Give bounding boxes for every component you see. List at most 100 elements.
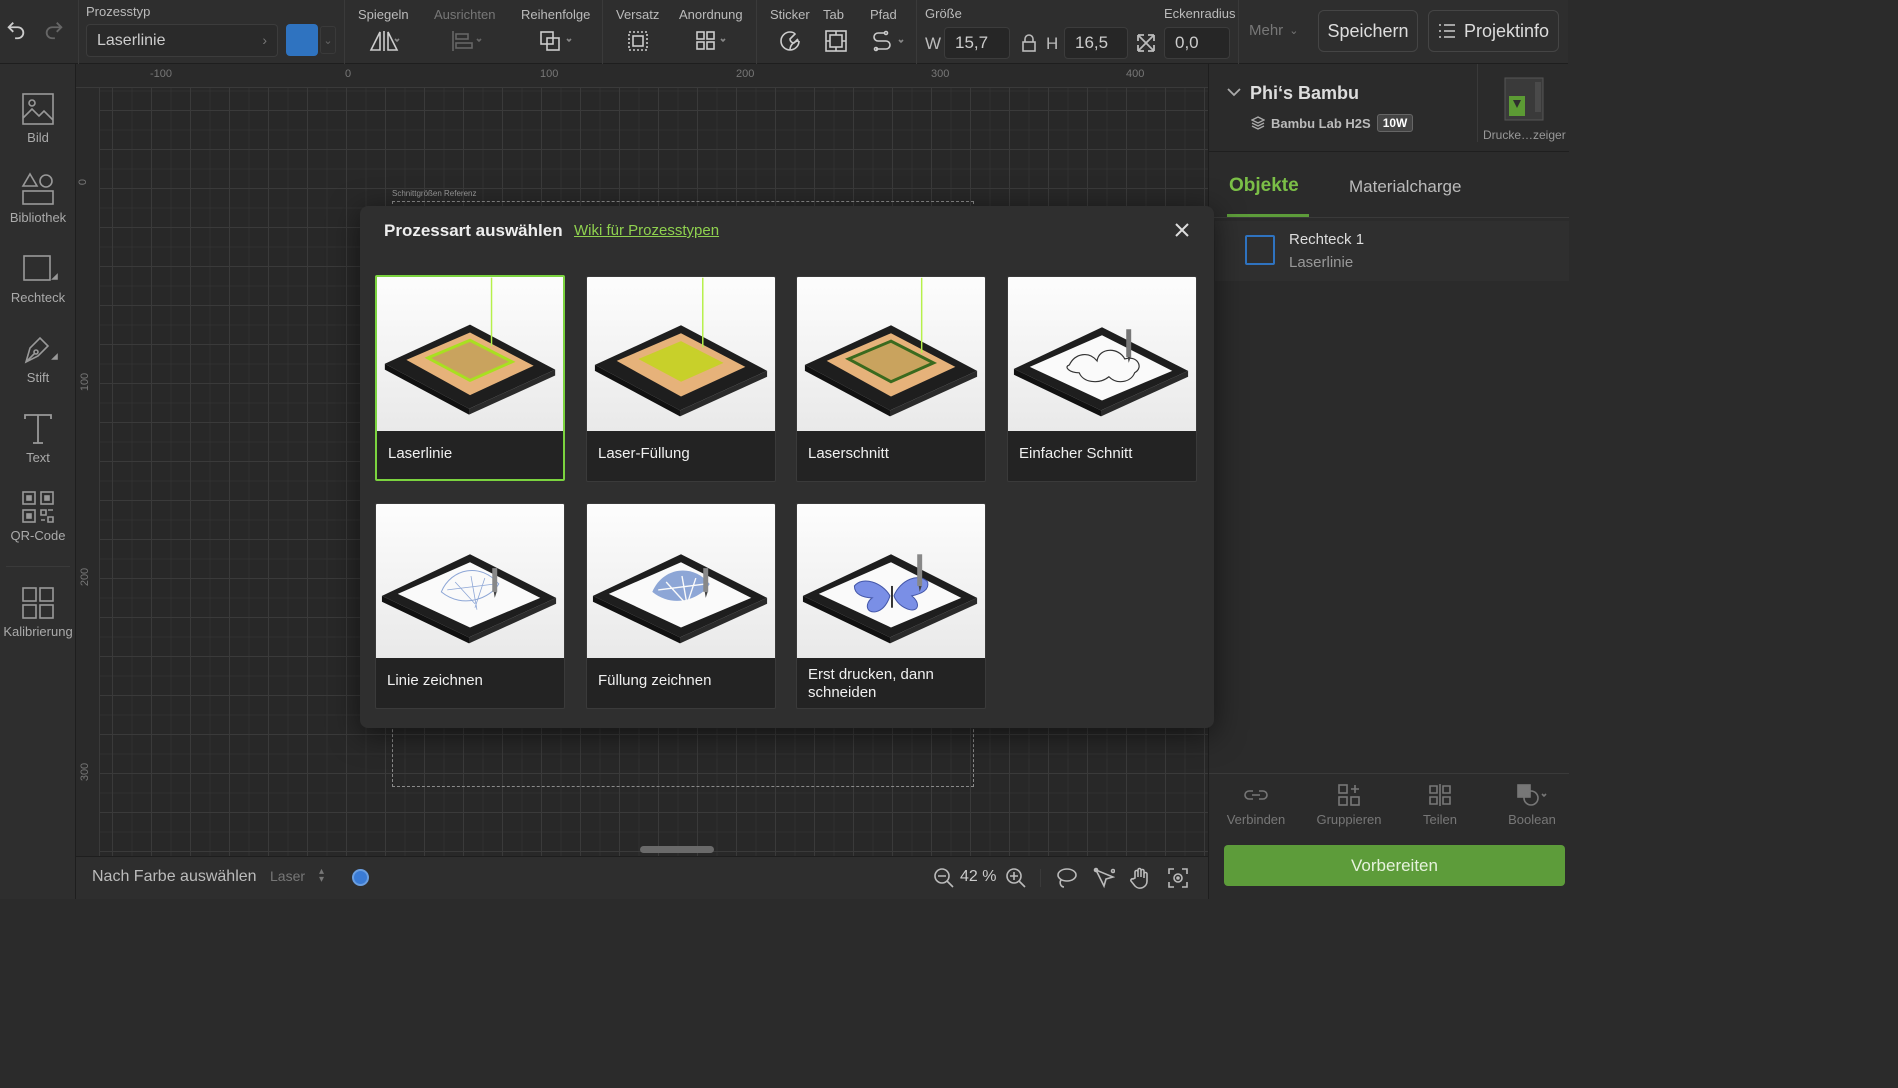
size-label: Größe [925, 6, 962, 21]
ruler-tick: -100 [150, 68, 173, 80]
width-value: 15,7 [955, 33, 989, 52]
sidebar-item-library[interactable]: Bibliothek [0, 172, 76, 225]
ruler-tick: 0 [77, 178, 90, 186]
divider [344, 0, 345, 64]
sidebar-item-label: QR-Code [10, 528, 66, 543]
cut-size-reference-label: Schnittgrößen Referenz [392, 189, 477, 198]
laser-select[interactable]: Laser ▴ ▾ [270, 867, 324, 885]
laser-cut-illustration [797, 277, 985, 431]
option-laser-cut[interactable]: Laserschnitt [796, 276, 986, 482]
option-laser-line[interactable]: Laserlinie [375, 275, 565, 481]
sidebar-item-rectangle[interactable]: Rechteck [0, 252, 76, 305]
order-icon[interactable] [536, 27, 576, 55]
zoom-out-icon[interactable] [930, 864, 958, 892]
project-info-button[interactable]: Projektinfo [1428, 10, 1559, 52]
undo-icon[interactable] [2, 16, 30, 44]
option-label: Erst drucken, dann schneiden [808, 666, 934, 701]
option-draw-line[interactable]: Linie zeichnen [375, 503, 565, 709]
draw-fill-illustration [587, 504, 775, 658]
boolean-label: Boolean [1508, 812, 1556, 827]
save-button[interactable]: Speichern [1318, 10, 1418, 52]
option-laser-fill[interactable]: Laser-Füllung [586, 276, 776, 482]
sidebar-item-text[interactable]: Text [0, 412, 76, 465]
sidebar-item-image[interactable]: Bild [0, 92, 76, 145]
rectangle-icon [23, 255, 58, 281]
option-label: Laser-Füllung [598, 445, 690, 462]
sidebar-item-qr-code[interactable]: QR-Code [0, 490, 76, 543]
horizontal-ruler: -100 0 100 200 300 400 [76, 64, 1208, 88]
redo-icon[interactable] [40, 16, 68, 44]
height-input[interactable]: 16,5 [1064, 27, 1128, 59]
width-input[interactable]: 15,7 [944, 27, 1010, 59]
divider [1209, 773, 1569, 774]
wiki-link[interactable]: Wiki für Prozesstypen [574, 222, 719, 239]
hand-icon[interactable] [1126, 864, 1154, 892]
horizontal-scrollbar[interactable] [640, 846, 714, 853]
chevron-down-icon[interactable] [1227, 88, 1241, 98]
status-bar: Nach Farbe auswählen Laser ▴ ▾ 42 % [76, 856, 1208, 899]
library-icon [21, 172, 54, 205]
group-icon [1338, 784, 1360, 806]
corner-radius-input[interactable]: 0,0 [1164, 27, 1230, 59]
device-model: Bambu Lab H2S [1271, 115, 1371, 131]
sticker-icon[interactable] [776, 27, 804, 55]
split-button[interactable]: Teilen [1407, 782, 1473, 827]
connect-button[interactable]: Verbinden [1223, 782, 1289, 827]
option-draw-fill[interactable]: Füllung zeichnen [586, 503, 776, 709]
device-name[interactable]: Phi‘s Bambu [1250, 83, 1359, 104]
color-swatch[interactable] [286, 24, 318, 56]
object-name: Rechteck 1 [1289, 231, 1365, 248]
tab-objects[interactable]: Objekte [1229, 175, 1299, 197]
process-type-select[interactable]: Laserlinie › [86, 24, 278, 57]
chevron-down-icon: ⌄ [1289, 25, 1299, 37]
more-menu[interactable]: Mehr ⌄ [1249, 22, 1298, 39]
option-label: Füllung zeichnen [598, 672, 712, 689]
lock-icon[interactable] [1015, 29, 1043, 57]
group-button[interactable]: Gruppieren [1313, 782, 1385, 827]
height-label: H [1046, 34, 1059, 53]
boolean-button[interactable]: Boolean [1499, 782, 1565, 827]
select-by-color-label: Nach Farbe auswählen [92, 868, 257, 885]
draw-line-illustration [376, 504, 564, 658]
tab-material-batch[interactable]: Materialcharge [1349, 177, 1461, 197]
prepare-button[interactable]: Vorbereiten [1224, 845, 1565, 886]
divider [756, 0, 757, 64]
printer-icon[interactable] [1499, 76, 1549, 122]
link-icon [1244, 790, 1268, 800]
tab-icon[interactable] [822, 27, 850, 55]
mirror-icon[interactable] [364, 27, 404, 55]
zoom-in-icon[interactable] [1002, 864, 1030, 892]
close-icon[interactable] [1168, 216, 1196, 244]
divider [78, 0, 79, 64]
power-badge: 10W [1376, 114, 1414, 132]
ruler-tick: 400 [1126, 68, 1145, 80]
laser-line-illustration [377, 277, 563, 431]
path-icon[interactable] [868, 27, 908, 55]
ruler-tick: 300 [79, 762, 92, 782]
prepare-label: Vorbereiten [1351, 855, 1438, 875]
object-row[interactable]: Rechteck 1 Laserlinie [1215, 221, 1569, 281]
right-panel: Phi‘s Bambu Bambu Lab H2S 10W Drucke…zei… [1208, 64, 1569, 899]
divider [1238, 0, 1239, 64]
ruler-tick: 300 [931, 68, 950, 80]
focus-icon[interactable] [1164, 864, 1192, 892]
arrange-icon[interactable] [692, 27, 732, 55]
chevron-right-icon: › [262, 32, 267, 48]
sidebar-item-calibration[interactable]: Kalibrierung [0, 586, 76, 639]
corner-radius-value: 0,0 [1175, 33, 1199, 52]
color-dot[interactable] [352, 869, 369, 886]
ruler-tick: 200 [79, 567, 92, 587]
calibration-icon [22, 587, 54, 619]
chevron-down-icon[interactable]: ⌄ [320, 26, 336, 54]
node-select-icon[interactable] [1090, 864, 1118, 892]
option-simple-cut[interactable]: Einfacher Schnitt [1007, 276, 1197, 482]
option-print-then-cut[interactable]: Erst drucken, dann schneiden [796, 503, 986, 709]
sidebar-item-pen[interactable]: Stift [0, 332, 76, 385]
corner-radius-label: Eckenradius [1164, 6, 1236, 21]
option-label: Einfacher Schnitt [1019, 445, 1133, 462]
align-icon[interactable] [446, 27, 486, 55]
lasso-icon[interactable] [1052, 864, 1080, 892]
offset-icon[interactable] [624, 27, 652, 55]
option-label: Laserlinie [388, 445, 453, 462]
offset-label: Versatz [616, 7, 660, 22]
